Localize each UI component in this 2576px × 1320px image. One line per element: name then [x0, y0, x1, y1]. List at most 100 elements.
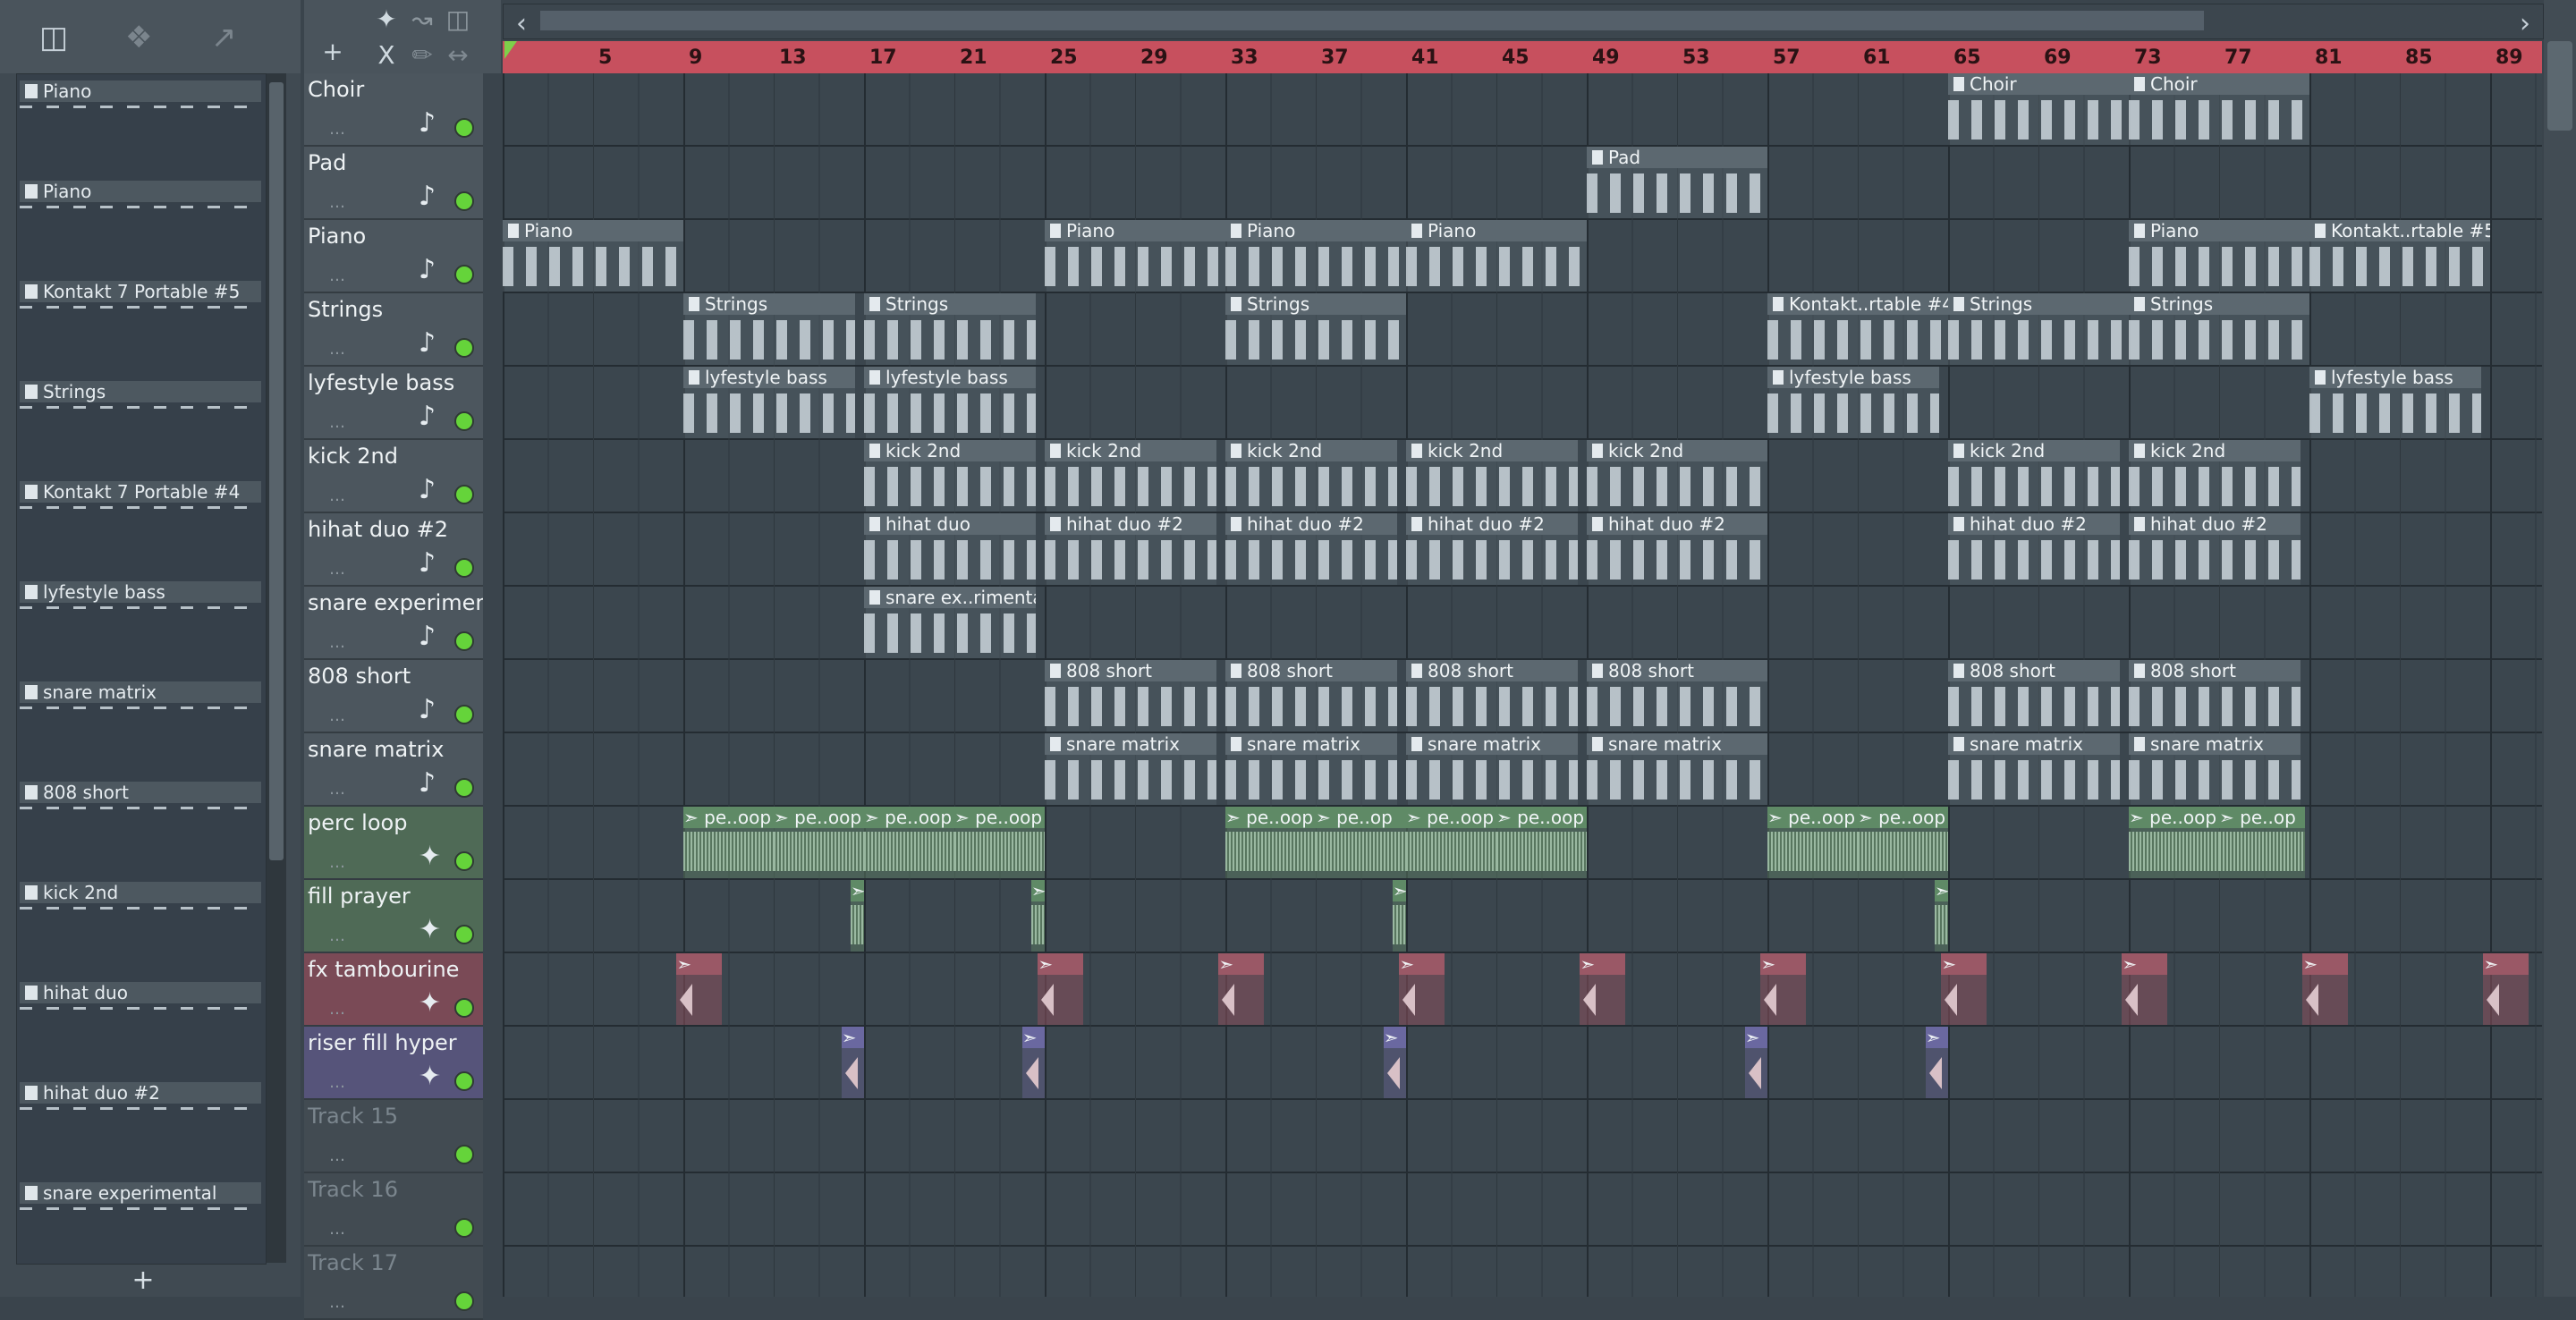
track-mute-led[interactable] [454, 631, 474, 651]
pattern-clip[interactable]: kick 2nd [1225, 440, 1397, 512]
track-name[interactable]: Piano [308, 224, 483, 249]
track-header[interactable]: perc loop … ✦ [304, 807, 483, 880]
track-name[interactable]: Pad [308, 150, 483, 175]
pattern-clip[interactable]: hihat duo #2 [1406, 513, 1578, 585]
audio-clip[interactable]: ➣ pe..oop [1858, 807, 1948, 878]
fx-clip[interactable]: ➣ [2302, 953, 2348, 1025]
pattern-item[interactable]: snare experimental [20, 1179, 261, 1275]
pattern-item[interactable]: hihat duo [20, 978, 261, 1075]
fx-clip[interactable]: ➣ [1218, 953, 1264, 1025]
pattern-item[interactable]: hihat duo #2 [20, 1079, 261, 1175]
riser-clip[interactable]: ➣ [1383, 1027, 1406, 1098]
pattern-clip[interactable]: hihat duo #2 [2129, 513, 2301, 585]
pattern-clip[interactable]: hihat duo #2 [1225, 513, 1397, 585]
pattern-clip[interactable]: hihat duo #2 [1045, 513, 1216, 585]
pattern-clip[interactable]: 808 short [1948, 660, 2120, 732]
track-mute-led[interactable] [454, 191, 474, 211]
track-options-icon[interactable]: … [329, 487, 345, 505]
track-options-icon[interactable]: … [329, 1073, 345, 1092]
fx-clip[interactable]: ➣ [1038, 953, 1083, 1025]
track-header[interactable]: Choir … ♪ [304, 73, 483, 147]
scroll-left-icon[interactable]: ‹ [505, 8, 538, 40]
riser-clip[interactable]: ➣ [1744, 1027, 1767, 1098]
audio-clip[interactable]: ➣ [1030, 880, 1045, 952]
pattern-clip[interactable]: lyfestyle bass [1767, 367, 1939, 438]
track-name[interactable]: Choir [308, 77, 483, 102]
audio-clip[interactable]: ➣ pe..oop [683, 807, 774, 878]
playlist-grid[interactable]: Choir Choir Pad Piano Piano Piano Piano Piano Ko… [503, 73, 2542, 1297]
pattern-clip[interactable]: Kontakt..rtable #4 [1767, 293, 1948, 365]
fx-clip[interactable]: ➣ [676, 953, 722, 1025]
playlist-scroll-thumb[interactable] [2547, 41, 2572, 131]
pattern-clip[interactable]: lyfestyle bass [683, 367, 855, 438]
track-header[interactable]: Track 15… [304, 1100, 483, 1173]
pattern-clip[interactable]: 808 short [1045, 660, 1216, 732]
track-mute-led[interactable] [454, 925, 474, 944]
track-options-icon[interactable]: … [329, 193, 345, 212]
browser-scroll-thumb[interactable] [269, 82, 284, 860]
track-header[interactable]: snare matrix … ♪ [304, 733, 483, 807]
pattern-clip[interactable]: hihat duo #2 [1948, 513, 2120, 585]
audio-clip[interactable]: ➣ pe..oop [2129, 807, 2219, 878]
track-mute-led[interactable] [454, 778, 474, 798]
fx-clip[interactable]: ➣ [2483, 953, 2529, 1025]
pattern-clip[interactable]: Choir [1948, 73, 2129, 145]
track-name[interactable]: Track 16 [308, 1177, 483, 1202]
stretch-icon[interactable]: ↔ [440, 39, 476, 72]
track-name[interactable]: fx tambourine [308, 957, 483, 982]
pattern-item[interactable]: Strings [20, 377, 261, 474]
riser-clip[interactable]: ➣ [1021, 1027, 1045, 1098]
fx-clip[interactable]: ➣ [1760, 953, 1806, 1025]
track-name[interactable]: snare matrix [308, 737, 483, 762]
track-header[interactable]: Track 16… [304, 1173, 483, 1247]
pattern-item[interactable]: lyfestyle bass [20, 578, 261, 674]
track-header[interactable]: Piano … ♪ [304, 220, 483, 293]
track-header[interactable]: Track 17… [304, 1247, 483, 1320]
pattern-clip[interactable]: snare ex..rimental [864, 587, 1036, 658]
track-mute-led[interactable] [454, 485, 474, 504]
pattern-clip[interactable]: Strings [1948, 293, 2129, 365]
track-header[interactable]: Strings … ♪ [304, 293, 483, 367]
track-options-icon[interactable]: … [329, 1000, 345, 1019]
pattern-clip[interactable]: kick 2nd [864, 440, 1036, 512]
track-name[interactable]: 808 short [308, 664, 483, 689]
pattern-clip[interactable]: Strings [2129, 293, 2309, 365]
track-header[interactable]: fill prayer … ✦ [304, 880, 483, 953]
track-mute-led[interactable] [454, 411, 474, 431]
audio-clip[interactable]: ➣ pe..oop [1406, 807, 1496, 878]
track-name[interactable]: Track 15 [308, 1104, 483, 1129]
track-options-icon[interactable]: … [329, 340, 345, 359]
track-header[interactable]: snare experiment.. … ♪ [304, 587, 483, 660]
track-mute-led[interactable] [454, 118, 474, 138]
add-track-button[interactable]: + [315, 36, 351, 68]
pattern-clip[interactable]: snare matrix [1225, 733, 1397, 805]
close-icon[interactable]: X [369, 39, 404, 72]
riser-clip[interactable]: ➣ [1925, 1027, 1948, 1098]
pattern-clip[interactable]: kick 2nd [1045, 440, 1216, 512]
track-options-icon[interactable]: … [329, 120, 345, 139]
pattern-item[interactable]: 808 short [20, 778, 261, 875]
riser-clip[interactable]: ➣ [841, 1027, 864, 1098]
pattern-clip[interactable]: kick 2nd [2129, 440, 2301, 512]
pattern-clip[interactable]: hihat duo #2 [1587, 513, 1767, 585]
track-mute-led[interactable] [454, 1218, 474, 1238]
track-header[interactable]: hihat duo #2 … ♪ [304, 513, 483, 587]
track-options-icon[interactable]: … [329, 927, 345, 945]
pattern-clip[interactable]: 808 short [2129, 660, 2301, 732]
track-header[interactable]: lyfestyle bass … ♪ [304, 367, 483, 440]
track-options-icon[interactable]: … [329, 780, 345, 799]
track-mute-led[interactable] [454, 851, 474, 871]
pattern-item[interactable]: Piano [20, 77, 261, 173]
overview-thumb[interactable] [540, 11, 2204, 30]
pattern-clip[interactable]: Piano [1045, 220, 1225, 292]
fx-clip[interactable]: ➣ [1580, 953, 1625, 1025]
audio-icon[interactable]: ❖ [125, 20, 152, 55]
automation-icon[interactable]: ↗ [211, 20, 237, 55]
track-header[interactable]: kick 2nd … ♪ [304, 440, 483, 513]
track-mute-led[interactable] [454, 1145, 474, 1164]
track-name[interactable]: kick 2nd [308, 444, 483, 469]
pattern-clip[interactable]: snare matrix [1948, 733, 2120, 805]
pattern-clip[interactable]: 808 short [1225, 660, 1397, 732]
track-name[interactable]: riser fill hyper [308, 1030, 483, 1055]
pattern-clip[interactable]: lyfestyle bass [864, 367, 1036, 438]
